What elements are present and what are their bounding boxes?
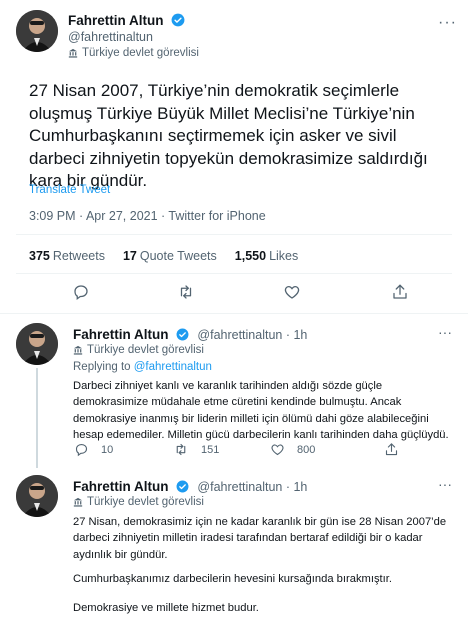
author-name[interactable]: Fahrettin Altun [73,479,169,494]
author-handle[interactable]: @fahrettinaltun · 1h [197,480,307,494]
share-icon[interactable] [391,283,409,306]
reply-icon [75,443,88,457]
like-count: 800 [297,443,316,456]
tweet-timestamp[interactable]: 3:09 PM · Apr 27, 2021 · Twitter for iPh… [29,209,266,223]
ellipsis-icon[interactable]: ··· [438,14,457,32]
tweet-text: 27 Nisan 2007, Türkiye’nin demokratik se… [29,81,428,190]
author-name[interactable]: Fahrettin Altun [73,327,169,342]
retweets-stat[interactable]: 375 Retweets [29,249,105,263]
gov-label-text: Türkiye devlet görevlisi [82,47,199,59]
tweet-stats: 375 Retweets 17 Quote Tweets 1,550 Likes [29,249,298,263]
retweet-icon [176,443,186,456]
author-name[interactable]: Fahrettin Altun [68,13,164,28]
share-icon[interactable] [384,442,399,462]
retweet-icon[interactable] [176,283,196,306]
quote-tweets-stat[interactable]: 17 Quote Tweets [123,249,217,263]
author-handle[interactable]: @fahrettinaltun [68,30,153,44]
reply-paragraph-3: Demokrasiye ve millete hizmet budur. [73,602,259,614]
ellipsis-icon[interactable]: ··· [438,324,452,340]
avatar[interactable] [16,10,58,52]
ellipsis-icon[interactable]: ··· [438,476,452,492]
likes-stat[interactable]: 1,550 Likes [235,249,298,263]
replying-to-link[interactable]: @fahrettinaltun [134,361,212,373]
government-building-icon [73,497,83,507]
like-icon[interactable] [283,283,301,306]
gov-label-text: Türkiye devlet görevlisi [87,344,204,356]
verified-badge-icon [176,328,189,341]
gov-label: Türkiye devlet görevlisi [73,344,204,356]
retweet-action[interactable]: 151 [173,442,219,457]
reply-paragraph-2: Cumhurbaşkanımız darbecilerin hevesini k… [73,573,392,585]
author-handle[interactable]: @fahrettinaltun · 1h [197,328,307,342]
verified-badge-icon [176,480,189,493]
government-building-icon [73,345,83,355]
gov-label-text: Türkiye devlet görevlisi [87,496,204,508]
gov-label: Türkiye devlet görevlisi [73,496,204,508]
translate-tweet-link[interactable]: Translate Tweet [29,184,110,196]
divider [0,313,468,314]
reply-icon[interactable] [72,283,90,306]
reply-count: 10 [101,443,114,456]
gov-label: Türkiye devlet görevlisi [68,47,199,59]
reply-text: Darbeci zihniyet kanlı ve karanlık tarih… [73,380,449,441]
verified-badge-icon [171,13,185,27]
retweet-count: 151 [201,443,220,456]
divider [16,234,452,235]
reply-paragraph-1: 27 Nisan, demokrasimiz için ne kadar kar… [73,516,447,561]
divider [16,273,452,274]
government-building-icon [68,48,78,58]
like-icon [271,444,284,456]
reply-action[interactable]: 10 [74,442,113,457]
avatar[interactable] [16,323,58,365]
like-action[interactable]: 800 [270,442,315,457]
thread-line [36,368,38,468]
avatar[interactable] [16,475,58,517]
replying-to: Replying to @fahrettinaltun [73,361,212,373]
